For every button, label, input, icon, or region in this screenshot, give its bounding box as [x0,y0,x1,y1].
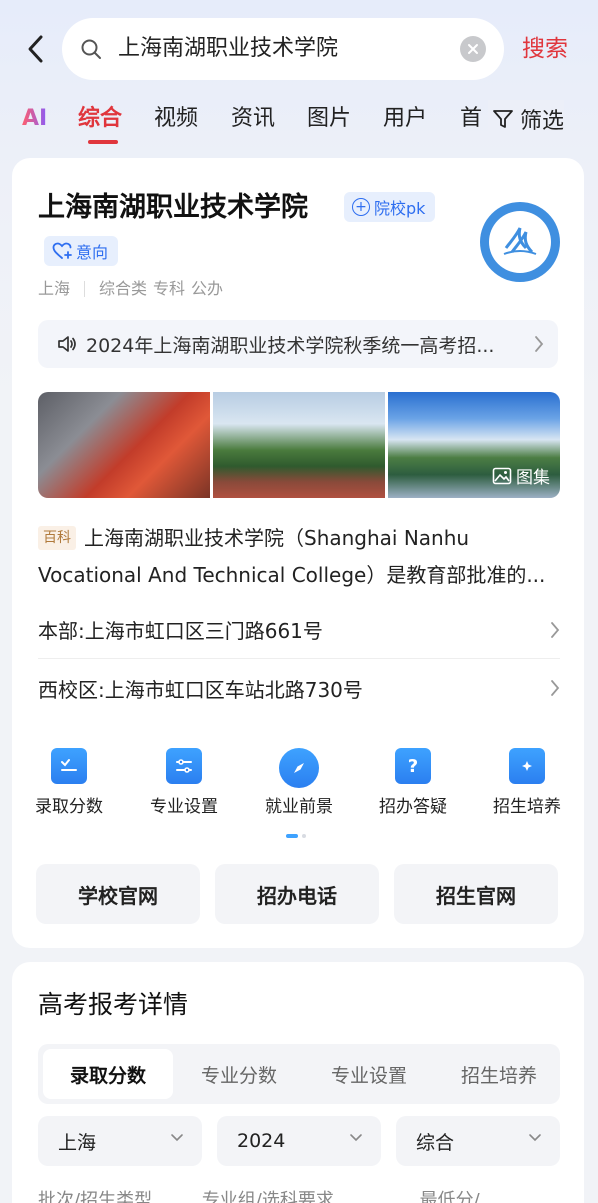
admissions-phone-button[interactable]: 招办电话 [215,864,379,924]
quick-link-label: 招生培养 [493,797,561,817]
quick-link-faq[interactable]: ? 招办答疑 [368,748,458,818]
filter-icon [493,110,513,128]
search-bar: 上海南湖职业技术学院 搜索 [0,18,598,80]
dropdown-value: 2024 [237,1130,286,1152]
tab-comprehensive[interactable]: 综合 [78,100,122,138]
score-icon [51,748,87,784]
segment-major-scores[interactable]: 专业分数 [174,1049,304,1099]
dropdown-value: 上海 [58,1131,97,1154]
campus-photo-1[interactable] [38,392,210,498]
compass-icon [279,748,319,788]
segment-admission-scores[interactable]: 录取分数 [43,1049,173,1099]
back-button[interactable] [20,30,50,68]
chevron-down-icon [529,1134,541,1142]
divider [84,281,86,297]
quick-link-career[interactable]: 就业前景 [254,748,344,818]
quick-link-label: 录取分数 [35,797,103,817]
address-text: 西校区:上海市虹口区车站北路730号 [38,677,363,702]
tab-partial[interactable]: 首 [460,100,482,138]
quick-link-majors[interactable]: 专业设置 [139,748,229,818]
question-icon: ? [395,748,431,784]
chevron-right-icon [551,680,560,696]
exam-segment-control: 录取分数 专业分数 专业设置 招生培养 [38,1044,560,1104]
column-header: 最低分/... [419,1190,497,1203]
chevron-down-icon [171,1134,183,1142]
notice-text: 2024年上海南湖职业技术学院秋季统一高考招... [86,334,495,357]
intent-label: 意向 [76,243,109,262]
school-type: 综合类 [99,279,148,298]
school-pk-button[interactable]: + 院校pk [344,192,436,222]
result-tabs: AI 综合 视频 资讯 图片 用户 首 筛选 [0,100,598,148]
gallery-label-text: 图集 [516,468,550,488]
school-card: 上海南湖职业技术学院 + 院校pk 意向 上海 综合类 专科 公办 2024年上… [12,158,584,948]
tab-video[interactable]: 视频 [154,100,198,138]
chevron-down-icon [350,1134,362,1142]
official-site-button[interactable]: 学校官网 [36,864,200,924]
search-query-text: 上海南湖职业技术学院 [118,36,339,61]
admissions-site-button[interactable]: 招生官网 [394,864,558,924]
address-text: 本部:上海市虹口区三门路661号 [38,619,323,643]
speaker-icon [58,336,76,352]
dropdown-value: 综合 [416,1131,455,1154]
school-meta: 上海 综合类 专科 公办 [38,278,223,300]
quick-link-label: 招办答疑 [379,797,447,817]
school-city: 上海 [38,279,71,298]
address-main-campus[interactable]: 本部:上海市虹口区三门路661号 [38,601,560,659]
quick-link-scores[interactable]: 录取分数 [24,748,114,818]
address-west-campus[interactable]: 西校区:上海市虹口区车站北路730号 [38,659,560,717]
province-dropdown[interactable]: 上海 [38,1116,202,1166]
filter-label: 筛选 [520,109,565,134]
section-title: 高考报考详情 [38,990,189,1019]
filter-button[interactable]: 筛选 [488,100,565,138]
photo-gallery[interactable]: 图集 [38,392,560,498]
school-level: 专科 [153,279,186,298]
column-header: 专业组/选科要求 [201,1190,334,1203]
page-indicator [286,834,306,838]
folder-icon [509,748,545,784]
image-icon [492,467,512,484]
baike-summary[interactable]: 上海南湖职业技术学院（Shanghai Nanhu Vocational And… [38,520,560,594]
intent-button[interactable]: 意向 [44,236,119,266]
search-button[interactable]: 搜索 [522,32,568,66]
settings-icon [166,748,202,784]
tab-ai[interactable]: AI [22,100,47,138]
quick-link-enrollment[interactable]: 招生培养 [482,748,572,818]
baike-tag: 百科 [38,526,76,550]
clear-button[interactable] [460,36,486,62]
search-icon [81,39,101,59]
gallery-label: 图集 [492,463,550,488]
close-icon [468,44,478,54]
heart-plus-icon [52,242,72,259]
segment-enrollment[interactable]: 招生培养 [434,1049,564,1099]
school-ownership: 公办 [191,279,224,298]
school-logo [480,202,560,282]
tab-images[interactable]: 图片 [307,100,351,138]
quick-link-label: 专业设置 [150,797,218,817]
chevron-right-icon [535,336,544,352]
active-tab-indicator [88,140,118,144]
campus-photo-2[interactable] [213,392,385,498]
tab-users[interactable]: 用户 [383,100,427,138]
quick-link-label: 就业前景 [265,797,333,817]
exam-details-card: 高考报考详情 录取分数 专业分数 专业设置 招生培养 上海 2024 综合 批次… [12,962,584,1203]
notice-bar[interactable]: 2024年上海南湖职业技术学院秋季统一高考招... [38,320,558,368]
school-name[interactable]: 上海南湖职业技术学院 [38,190,308,226]
year-dropdown[interactable]: 2024 [217,1116,381,1166]
column-header: 批次/招生类型 [38,1190,153,1203]
school-emblem-icon [503,227,537,255]
category-dropdown[interactable]: 综合 [396,1116,560,1166]
search-input[interactable]: 上海南湖职业技术学院 [62,18,504,80]
chevron-right-icon [551,622,560,638]
table-header-row: 批次/招生类型 专业组/选科要求 最低分/... [38,1186,560,1203]
campus-photo-3[interactable]: 图集 [388,392,560,498]
segment-majors[interactable]: 专业设置 [304,1049,434,1099]
plus-circle-icon: + [352,198,370,216]
pk-label: 院校pk [374,199,426,218]
tab-news[interactable]: 资讯 [231,100,275,138]
back-arrow-icon [28,35,43,63]
